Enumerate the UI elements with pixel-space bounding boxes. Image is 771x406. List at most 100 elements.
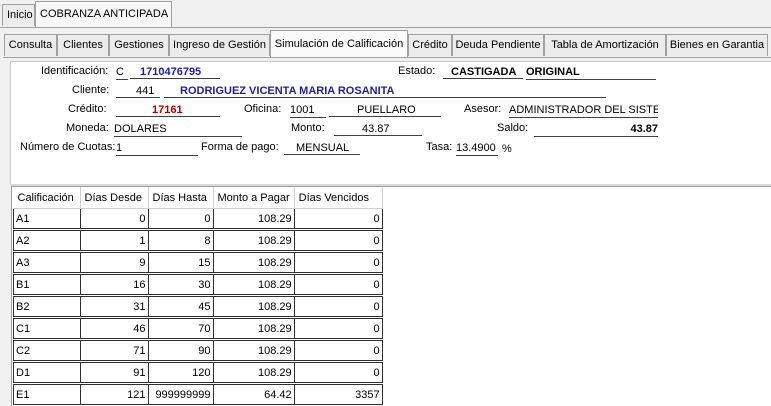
tab-bienes-garantia[interactable]: Bienes en Garantia xyxy=(666,34,768,56)
cell-dias-desde[interactable]: 91 xyxy=(79,362,149,383)
table-body: A1 0 0 108.29 0 A2 1 8 108.29 0 A3 9 15 108.29 0 B1 16 30… xyxy=(13,208,383,405)
tab-tabla-amortizacion[interactable]: Tabla de Amortización xyxy=(544,34,666,56)
credit-info-form: Identificación: C 1710476795 Estado: CAS… xyxy=(10,61,771,184)
cell-calificacion[interactable]: A2 xyxy=(13,230,81,251)
tab-deuda-pendiente[interactable]: Deuda Pendiente xyxy=(452,34,544,56)
content-panel: Consulta Clientes Gestiones Ingreso de G… xyxy=(0,28,771,406)
cell-dias-vencidos[interactable]: 0 xyxy=(293,362,383,383)
cell-calificacion[interactable]: A3 xyxy=(13,252,81,273)
cell-dias-hasta[interactable]: 30 xyxy=(147,274,214,295)
column-header-dias-hasta[interactable]: Días Hasta xyxy=(148,187,214,209)
cell-monto-pagar[interactable]: 108.29 xyxy=(212,296,295,317)
cliente-label: Cliente: xyxy=(72,84,110,96)
cell-dias-hasta[interactable]: 8 xyxy=(147,230,214,251)
cell-dias-vencidos[interactable]: 0 xyxy=(293,252,383,273)
cell-dias-desde[interactable]: 1 xyxy=(79,230,149,251)
identificacion-valor: 1710476795 xyxy=(130,65,220,79)
cell-dias-hasta[interactable]: 120 xyxy=(147,362,214,383)
monto-label: Monto: xyxy=(291,122,325,134)
cell-monto-pagar[interactable]: 108.29 xyxy=(212,230,295,251)
moneda-label: Moneda: xyxy=(66,122,109,134)
saldo-label: Saldo: xyxy=(497,122,529,134)
table-row[interactable]: A3 9 15 108.29 0 xyxy=(13,252,383,273)
asesor-valor: ADMINISTRADOR DEL SISTEMA xyxy=(509,103,658,118)
cell-dias-desde[interactable]: 46 xyxy=(79,318,149,339)
cell-monto-pagar[interactable]: 108.29 xyxy=(212,362,295,383)
cell-dias-desde[interactable]: 71 xyxy=(79,340,149,361)
calificacion-grid: Calificación Días Desde Días Hasta Monto… xyxy=(11,186,771,406)
column-header-calificacion[interactable]: Calificación xyxy=(13,187,81,209)
tab-clientes[interactable]: Clientes xyxy=(57,34,109,56)
table-header-row: Calificación Días Desde Días Hasta Monto… xyxy=(13,187,383,209)
sub-tab-strip: Consulta Clientes Gestiones Ingreso de G… xyxy=(3,30,771,58)
monto-valor: 43.87 xyxy=(334,122,422,136)
cuotas-valor: 1 xyxy=(116,141,198,156)
cell-dias-hasta[interactable]: 70 xyxy=(147,318,214,339)
cell-dias-desde[interactable]: 9 xyxy=(79,252,149,273)
cell-dias-desde[interactable]: 121 xyxy=(79,384,149,405)
cell-dias-desde[interactable]: 0 xyxy=(79,208,149,229)
column-header-monto-pagar[interactable]: Monto a Pagar xyxy=(213,187,295,209)
cell-monto-pagar[interactable]: 64.42 xyxy=(212,384,295,405)
tab-cobranza-anticipada[interactable]: COBRANZA ANTICIPADA xyxy=(35,1,172,28)
tab-credito[interactable]: Crédito xyxy=(408,34,452,56)
cell-monto-pagar[interactable]: 108.29 xyxy=(212,208,295,229)
column-header-dias-desde[interactable]: Días Desde xyxy=(80,187,149,209)
forma-pago-valor: MENSUAL xyxy=(284,141,360,155)
cell-dias-desde[interactable]: 31 xyxy=(79,296,149,317)
cell-dias-desde[interactable]: 16 xyxy=(79,274,149,295)
cell-calificacion[interactable]: C2 xyxy=(13,340,81,361)
table-row[interactable]: A2 1 8 108.29 0 xyxy=(13,230,383,251)
cell-calificacion[interactable]: B2 xyxy=(13,296,81,317)
table-row[interactable]: D1 91 120 108.29 0 xyxy=(13,362,383,383)
cell-dias-hasta[interactable]: 45 xyxy=(147,296,214,317)
tasa-valor: 13.4900 xyxy=(456,141,498,156)
asesor-label: Asesor: xyxy=(464,103,502,115)
oficina-codigo: 1001 xyxy=(290,103,326,118)
table-row[interactable]: C1 46 70 108.29 0 xyxy=(13,318,383,339)
cell-dias-vencidos[interactable]: 0 xyxy=(293,274,383,295)
oficina-nombre: PUELLARO xyxy=(329,103,441,117)
cell-dias-vencidos[interactable]: 0 xyxy=(293,230,383,251)
cell-monto-pagar[interactable]: 108.29 xyxy=(212,340,295,361)
cell-calificacion[interactable]: A1 xyxy=(13,208,81,229)
table-row[interactable]: A1 0 0 108.29 0 xyxy=(13,208,383,229)
cell-monto-pagar[interactable]: 108.29 xyxy=(212,274,295,295)
saldo-valor: 43.87 xyxy=(534,122,658,137)
tab-ingreso-gestion[interactable]: Ingreso de Gestión xyxy=(169,34,270,56)
credito-valor: 17161 xyxy=(116,103,220,117)
tab-inicio[interactable]: Inicio xyxy=(2,4,35,26)
tab-simulacion-calificacion[interactable]: Simulación de Calificación xyxy=(270,30,408,58)
cell-calificacion[interactable]: C1 xyxy=(13,318,81,339)
table-row[interactable]: B2 31 45 108.29 0 xyxy=(13,296,383,317)
cell-dias-hasta[interactable]: 999999999 xyxy=(147,384,214,405)
cell-dias-vencidos[interactable]: 0 xyxy=(293,340,383,361)
cell-dias-vencidos[interactable]: 0 xyxy=(293,208,383,229)
cell-monto-pagar[interactable]: 108.29 xyxy=(212,252,295,273)
moneda-valor: DOLARES xyxy=(114,122,242,137)
cell-calificacion[interactable]: E1 xyxy=(13,384,81,405)
cell-dias-hasta[interactable]: 90 xyxy=(147,340,214,361)
table-row[interactable]: B1 16 30 108.29 0 xyxy=(13,274,383,295)
cell-dias-vencidos[interactable]: 0 xyxy=(293,318,383,339)
cuotas-label: Número de Cuotas: xyxy=(20,141,116,153)
cell-calificacion[interactable]: D1 xyxy=(13,362,81,383)
calificacion-table: Calificación Días Desde Días Hasta Monto… xyxy=(13,187,383,405)
estado-valor: CASTIGADA xyxy=(443,65,523,79)
cell-dias-vencidos[interactable]: 0 xyxy=(293,296,383,317)
oficina-label: Oficina: xyxy=(244,103,282,115)
cell-dias-hasta[interactable]: 15 xyxy=(147,252,214,273)
cell-dias-vencidos[interactable]: 3357 xyxy=(293,384,383,405)
identificacion-tipo: C xyxy=(116,65,128,80)
table-row[interactable]: E1 121 999999999 64.42 3357 xyxy=(13,384,383,405)
cell-calificacion[interactable]: B1 xyxy=(13,274,81,295)
tab-consulta[interactable]: Consulta xyxy=(4,34,57,56)
sub-tab-divider xyxy=(3,57,771,58)
column-header-dias-vencidos[interactable]: Días Vencidos xyxy=(294,187,383,209)
main-tab-strip: Inicio COBRANZA ANTICIPADA xyxy=(0,0,771,28)
table-row[interactable]: C2 71 90 108.29 0 xyxy=(13,340,383,361)
cell-dias-hasta[interactable]: 0 xyxy=(147,208,214,229)
tasa-unidad: % xyxy=(502,143,512,155)
tab-gestiones[interactable]: Gestiones xyxy=(109,34,169,56)
cell-monto-pagar[interactable]: 108.29 xyxy=(212,318,295,339)
